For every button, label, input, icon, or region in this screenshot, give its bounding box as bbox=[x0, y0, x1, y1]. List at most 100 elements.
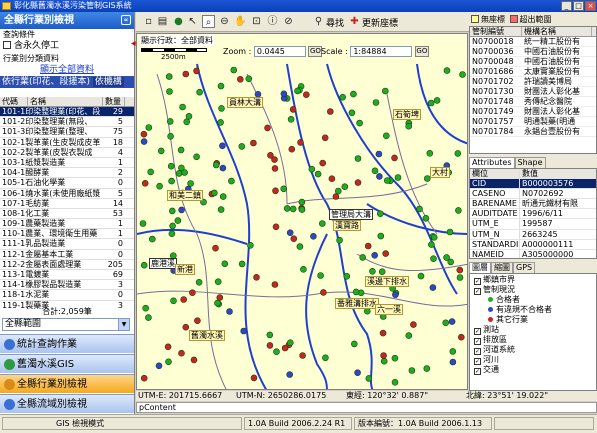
attribute-row[interactable]: BARENAME 昕通元鐵材有限 bbox=[470, 199, 596, 210]
facility-marker[interactable] bbox=[376, 173, 383, 180]
facility-marker[interactable] bbox=[212, 244, 219, 252]
facility-marker[interactable] bbox=[157, 147, 165, 155]
facility-marker[interactable] bbox=[142, 304, 149, 312]
industry-row[interactable]: 105-1石油化學業 0 bbox=[0, 178, 134, 189]
attribute-row[interactable]: UTM_E 199587 bbox=[470, 219, 596, 230]
facility-marker[interactable] bbox=[382, 250, 389, 257]
facility-marker[interactable] bbox=[391, 378, 399, 386]
splitter-arrow-icon[interactable]: ◀ bbox=[131, 40, 136, 48]
facility-marker[interactable] bbox=[286, 371, 293, 378]
facility-marker[interactable] bbox=[377, 232, 385, 240]
facility-marker[interactable] bbox=[392, 291, 399, 299]
facility-marker[interactable] bbox=[273, 348, 280, 356]
layer-item[interactable]: 合格者 bbox=[470, 295, 596, 305]
facility-marker[interactable] bbox=[408, 367, 416, 374]
facility-marker[interactable] bbox=[177, 146, 185, 154]
col-facility-name[interactable]: 機構名稱 bbox=[522, 27, 592, 36]
industry-row[interactable]: 101-1印染整理業(印花、段 29 bbox=[0, 107, 134, 118]
facility-marker[interactable] bbox=[247, 242, 254, 249]
facility-marker[interactable] bbox=[288, 145, 296, 153]
facility-marker[interactable] bbox=[336, 236, 343, 244]
facility-marker[interactable] bbox=[194, 317, 201, 325]
facility-marker[interactable] bbox=[219, 193, 227, 200]
facility-row[interactable]: N0701686 太康實業股份有 bbox=[470, 67, 596, 77]
facility-marker[interactable] bbox=[214, 299, 221, 307]
layer-item[interactable]: ✓ 排放區 bbox=[470, 335, 596, 345]
facility-marker[interactable] bbox=[283, 205, 291, 212]
facility-marker[interactable] bbox=[287, 339, 294, 347]
facility-marker[interactable] bbox=[217, 82, 225, 90]
attribute-row[interactable]: UTM_N 2663245 bbox=[470, 229, 596, 240]
layer-item[interactable]: ✓ 管制現況 bbox=[470, 285, 596, 295]
facility-row[interactable]: N0701748 秀傳紀念醫院 bbox=[470, 97, 596, 107]
facility-marker[interactable] bbox=[168, 177, 175, 185]
attribute-row[interactable]: NAMEID A305000000 bbox=[470, 249, 596, 258]
facility-marker[interactable] bbox=[183, 118, 191, 126]
facility-marker[interactable] bbox=[317, 272, 324, 279]
facility-marker[interactable] bbox=[364, 242, 372, 250]
facility-marker[interactable] bbox=[228, 177, 235, 185]
facility-marker[interactable] bbox=[250, 374, 258, 382]
facility-marker[interactable] bbox=[350, 90, 357, 98]
facility-marker[interactable] bbox=[272, 187, 279, 195]
layer-item[interactable]: ✓ 交通 bbox=[470, 365, 596, 375]
tab-shape[interactable]: Shape bbox=[514, 157, 546, 168]
facility-marker[interactable] bbox=[289, 205, 297, 213]
tab-thumbnail[interactable]: 縮圖 bbox=[491, 262, 513, 273]
tab-by-agency[interactable]: 依機構 bbox=[92, 77, 124, 87]
industry-row[interactable]: 113-1電鍍業 69 bbox=[0, 270, 134, 281]
facility-marker[interactable] bbox=[271, 165, 279, 172]
pointer-icon[interactable]: ↖ bbox=[186, 15, 199, 28]
facility-marker[interactable] bbox=[371, 252, 378, 259]
find-button[interactable]: 尋找 bbox=[326, 16, 344, 29]
layer-item[interactable]: ✓ 河川 bbox=[470, 355, 596, 365]
facility-marker[interactable] bbox=[372, 99, 380, 106]
facility-row[interactable]: N0701784 永錩台壹股份有 bbox=[470, 127, 596, 137]
facility-row[interactable]: N0700048 中國石油股份有 bbox=[470, 57, 596, 67]
zoom-input[interactable]: 0.0445 bbox=[253, 46, 306, 57]
facility-marker[interactable] bbox=[298, 198, 306, 206]
facility-marker[interactable] bbox=[214, 278, 222, 285]
facility-marker[interactable] bbox=[147, 168, 154, 176]
col-code[interactable]: 代碼 bbox=[0, 97, 28, 106]
facility-marker[interactable] bbox=[155, 362, 163, 370]
tab-layers[interactable]: 圖層 bbox=[469, 262, 491, 273]
layer-item[interactable]: ✓ 測站 bbox=[470, 325, 596, 335]
facility-row[interactable]: N0700036 中國石油股份有 bbox=[470, 47, 596, 57]
facility-marker[interactable] bbox=[320, 289, 327, 296]
attribute-row[interactable]: CASENO N0702692 bbox=[470, 189, 596, 200]
layer-checkbox[interactable]: ✓ bbox=[474, 358, 481, 365]
facility-marker[interactable] bbox=[391, 154, 398, 162]
facility-marker[interactable] bbox=[383, 132, 390, 140]
facility-marker[interactable] bbox=[442, 319, 450, 327]
open-icon[interactable]: ▫ bbox=[142, 15, 155, 28]
facility-marker[interactable] bbox=[365, 375, 373, 382]
collapse-icon[interactable]: « bbox=[121, 15, 131, 25]
facility-marker[interactable] bbox=[443, 67, 451, 74]
facility-marker[interactable] bbox=[310, 233, 317, 240]
facility-marker[interactable] bbox=[189, 289, 196, 297]
facility-marker[interactable] bbox=[290, 235, 298, 242]
facility-marker[interactable] bbox=[180, 296, 188, 303]
facility-marker[interactable] bbox=[328, 175, 336, 182]
facility-marker[interactable] bbox=[165, 73, 173, 80]
facility-marker[interactable] bbox=[168, 230, 176, 237]
facility-marker[interactable] bbox=[287, 116, 295, 123]
industry-row[interactable]: 106-1燒水業(未使用廠紙漿 5 bbox=[0, 189, 134, 199]
zoom-in-icon[interactable]: ⌕ bbox=[202, 15, 215, 28]
facility-marker[interactable] bbox=[454, 150, 462, 157]
facility-marker[interactable] bbox=[281, 344, 289, 352]
facility-marker[interactable] bbox=[140, 130, 148, 138]
layer-checkbox[interactable]: ✓ bbox=[474, 288, 481, 295]
facility-marker[interactable] bbox=[369, 268, 376, 275]
facility-marker[interactable] bbox=[456, 274, 464, 281]
facility-marker[interactable] bbox=[405, 122, 413, 130]
facility-marker[interactable] bbox=[140, 138, 148, 145]
facility-marker[interactable] bbox=[219, 142, 226, 150]
facility-marker[interactable] bbox=[430, 255, 437, 262]
industry-row[interactable]: 114-1橡膠製品製造業 3 bbox=[0, 280, 134, 291]
facility-marker[interactable] bbox=[145, 314, 152, 321]
facility-marker[interactable] bbox=[339, 93, 346, 101]
layer-checkbox[interactable]: ✓ bbox=[474, 348, 481, 355]
industry-row[interactable]: 110-1農業、環境衛生用藥 1 bbox=[0, 229, 134, 240]
